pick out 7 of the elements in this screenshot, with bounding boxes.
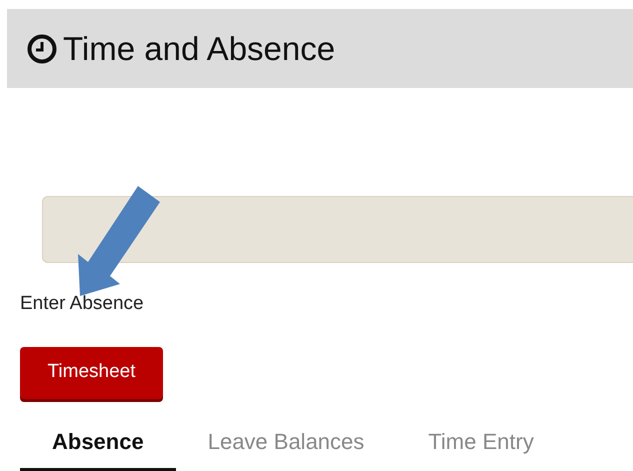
tab[interactable]: Absence [20, 416, 176, 470]
tab[interactable]: Leave Balances [176, 416, 396, 470]
enter-absence-link[interactable]: Enter Absence [20, 290, 144, 318]
tab[interactable]: Time Entry [396, 416, 566, 470]
page-title: Time and Absence [63, 32, 336, 65]
clock-icon [27, 34, 57, 64]
timesheet-button[interactable]: Timesheet [20, 346, 163, 398]
